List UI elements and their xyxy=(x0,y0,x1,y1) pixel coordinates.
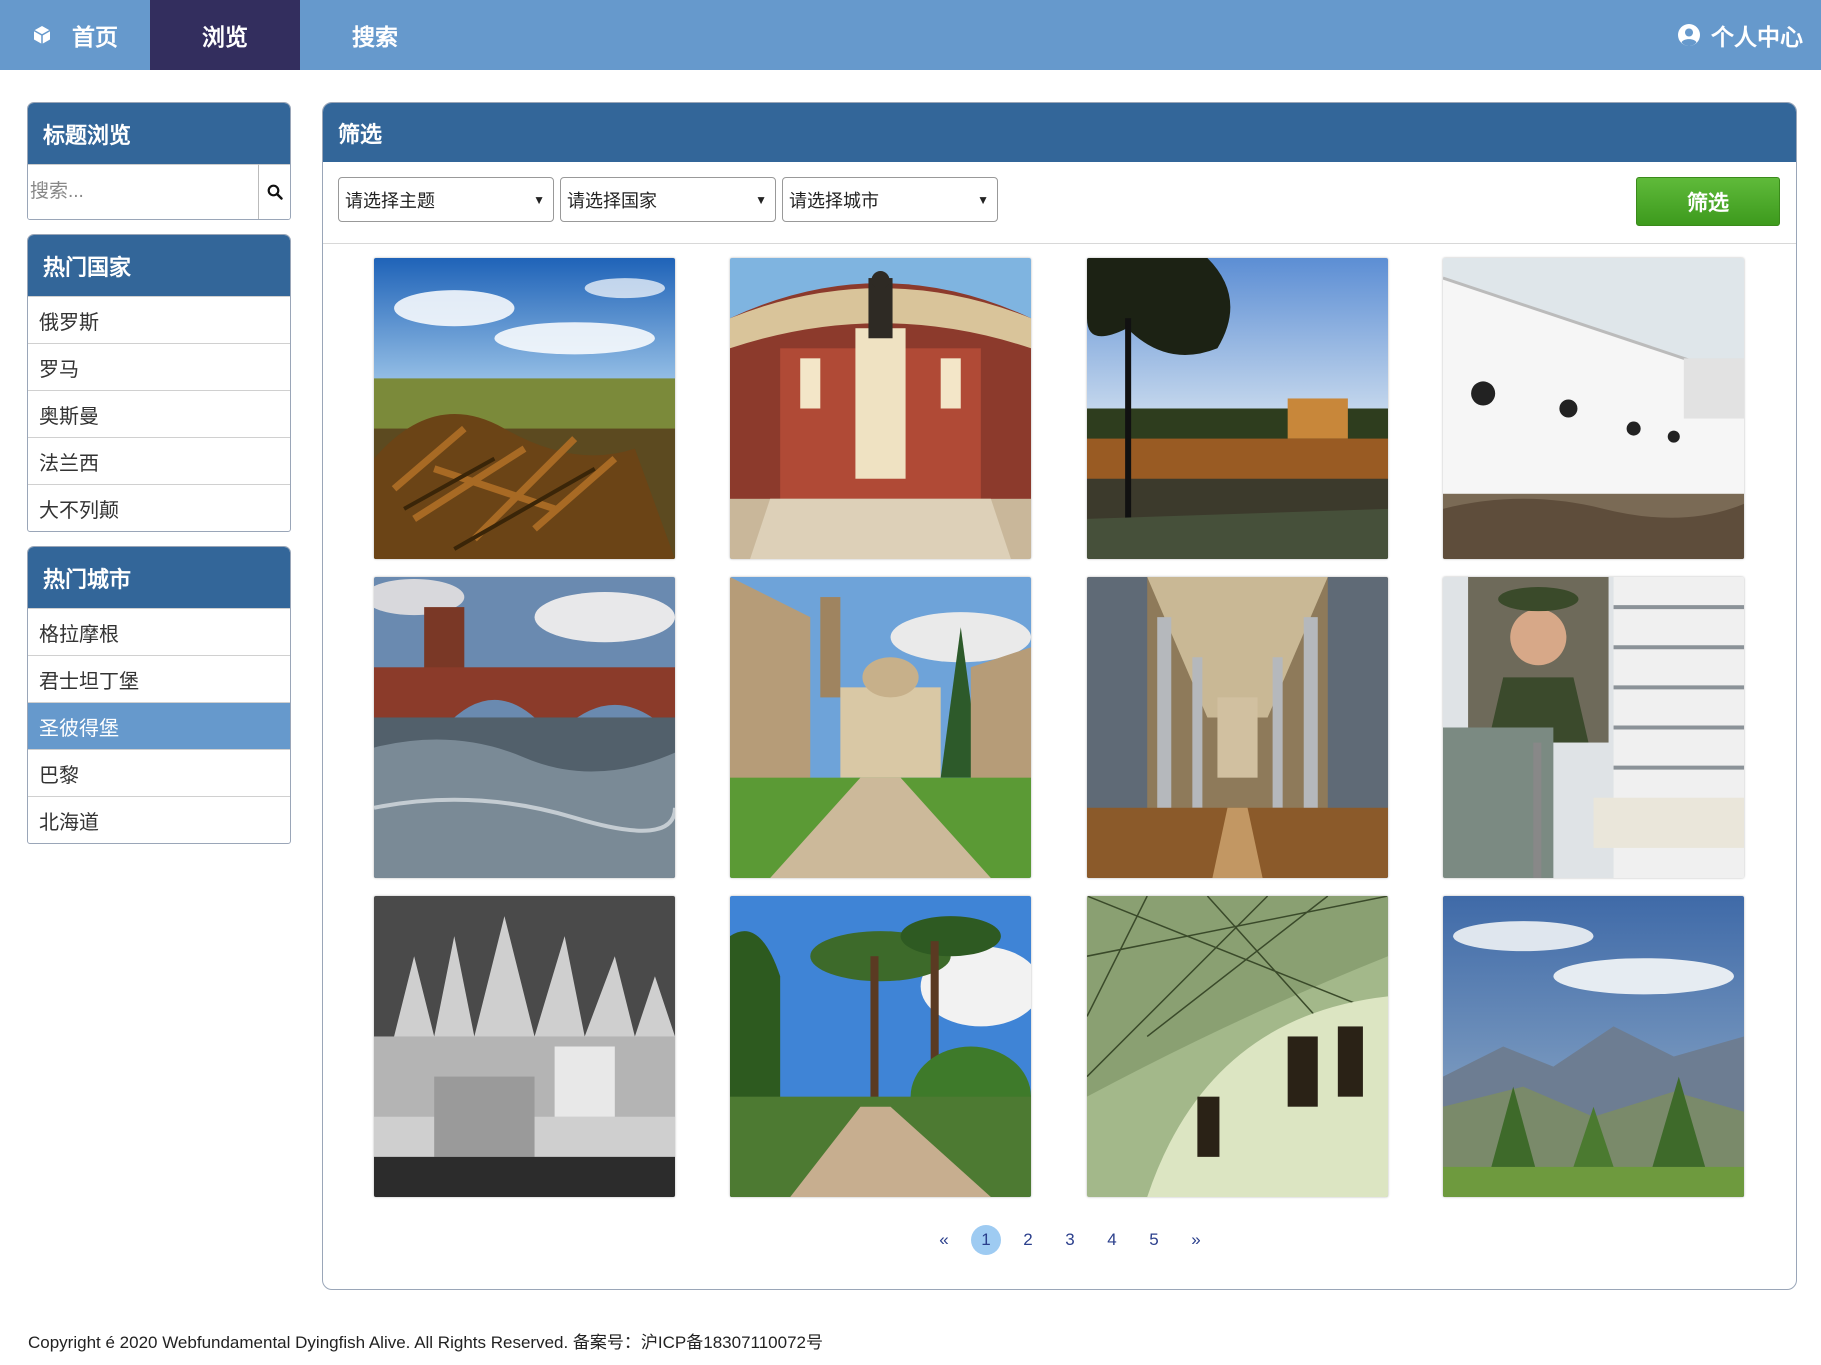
page-2[interactable]: 2 xyxy=(1013,1225,1043,1255)
search-icon xyxy=(267,184,283,200)
footer-copyright: Copyright é 2020 Webfundamental Dyingfis… xyxy=(28,1333,823,1352)
lake-reflection-photo xyxy=(1087,258,1388,559)
nav-home[interactable]: 首页 xyxy=(0,0,150,70)
photo-thumbnail[interactable] xyxy=(730,258,1031,559)
sidebar: 标题浏览 热门国家 俄罗斯 罗马 奥斯曼 法兰西 大不列颠 热门城市 格拉摩根 … xyxy=(27,102,291,858)
photo-thumbnail[interactable] xyxy=(730,577,1031,878)
top-nav: 首页 浏览 搜索 个人中心 xyxy=(0,0,1821,70)
country-select-value: 请选择国家 xyxy=(567,190,657,211)
title-search-input[interactable] xyxy=(28,164,258,219)
courtyard-chapel-photo xyxy=(730,577,1031,878)
checkpoint-soldier-photo xyxy=(1443,577,1744,878)
mountain-valley-photo xyxy=(1443,896,1744,1197)
filter-button[interactable]: 筛选 xyxy=(1636,177,1780,226)
nav-search[interactable]: 搜索 xyxy=(300,0,450,70)
page-3[interactable]: 3 xyxy=(1055,1225,1085,1255)
nav-profile-label: 个人中心 xyxy=(1711,24,1803,50)
photo-thumbnail[interactable] xyxy=(374,896,675,1197)
pine-path-photo xyxy=(730,896,1031,1197)
city-item[interactable]: 北海道 xyxy=(28,796,290,843)
user-circle-icon xyxy=(1678,24,1700,46)
country-item[interactable]: 罗马 xyxy=(28,343,290,390)
nav-browse-label: 浏览 xyxy=(202,24,248,50)
city-item[interactable]: 巴黎 xyxy=(28,749,290,796)
british-museum-dome-photo xyxy=(1087,896,1388,1197)
pagination-next[interactable]: » xyxy=(1181,1225,1211,1255)
pagination-prev[interactable]: « xyxy=(929,1225,959,1255)
photo-thumbnail[interactable] xyxy=(1443,896,1744,1197)
hot-cities-panel: 热门城市 格拉摩根 君士坦丁堡 圣彼得堡 巴黎 北海道 xyxy=(27,546,291,844)
nav-profile[interactable]: 个人中心 xyxy=(1677,0,1821,70)
country-item[interactable]: 法兰西 xyxy=(28,437,290,484)
filter-heading: 筛选 xyxy=(323,103,1796,162)
city-item-selected[interactable]: 圣彼得堡 xyxy=(28,702,290,749)
nav-browse[interactable]: 浏览 xyxy=(150,0,300,70)
photo-thumbnail[interactable] xyxy=(1087,577,1388,878)
page-1[interactable]: 1 xyxy=(971,1225,1001,1255)
city-select[interactable]: 请选择城市 ▼ xyxy=(782,177,998,222)
photo-thumbnail[interactable] xyxy=(1087,258,1388,559)
filter-bar: 请选择主题 ▼ 请选择国家 ▼ 请选择城市 ▼ 筛选 xyxy=(323,162,1796,244)
photo-thumbnail[interactable] xyxy=(730,896,1031,1197)
nav-search-label: 搜索 xyxy=(352,24,398,50)
photo-thumbnail[interactable] xyxy=(374,258,675,559)
city-select-value: 请选择城市 xyxy=(789,190,879,211)
photo-thumbnail[interactable] xyxy=(1087,896,1388,1197)
hot-cities-heading: 热门城市 xyxy=(28,547,290,608)
photo-thumbnail[interactable] xyxy=(1443,258,1744,559)
hot-countries-panel: 热门国家 俄罗斯 罗马 奥斯曼 法兰西 大不列颠 xyxy=(27,234,291,532)
filter-panel: 筛选 请选择主题 ▼ 请选择国家 ▼ 请选择城市 ▼ 筛选 « 1 2 3 4 … xyxy=(322,102,1797,1290)
country-item[interactable]: 俄罗斯 xyxy=(28,296,290,343)
caret-down-icon: ▼ xyxy=(533,193,545,207)
nav-home-label: 首页 xyxy=(72,24,118,50)
page-4[interactable]: 4 xyxy=(1097,1225,1127,1255)
title-search xyxy=(28,164,290,219)
title-browse-panel: 标题浏览 xyxy=(27,102,291,220)
country-item[interactable]: 大不列颠 xyxy=(28,484,290,531)
theme-select[interactable]: 请选择主题 ▼ xyxy=(338,177,554,222)
cathedral-interior-photo xyxy=(1087,577,1388,878)
country-select[interactable]: 请选择国家 ▼ xyxy=(560,177,776,222)
royal-albert-hall-photo xyxy=(730,258,1031,559)
title-browse-heading: 标题浏览 xyxy=(28,103,290,164)
city-item[interactable]: 格拉摩根 xyxy=(28,608,290,655)
title-search-button[interactable] xyxy=(258,164,290,219)
caret-down-icon: ▼ xyxy=(977,193,989,207)
castle-bridge-photo xyxy=(374,577,675,878)
city-item[interactable]: 君士坦丁堡 xyxy=(28,655,290,702)
rusty-metal-photo xyxy=(374,258,675,559)
cube-icon xyxy=(33,26,51,44)
caret-down-icon: ▼ xyxy=(755,193,767,207)
milan-cathedral-photo xyxy=(374,896,675,1197)
pagination: « 1 2 3 4 5 » xyxy=(923,1225,1217,1255)
page-5[interactable]: 5 xyxy=(1139,1225,1169,1255)
theme-select-value: 请选择主题 xyxy=(345,190,435,211)
photo-thumbnail[interactable] xyxy=(1443,577,1744,878)
country-item[interactable]: 奥斯曼 xyxy=(28,390,290,437)
ship-hull-photo xyxy=(1443,258,1744,559)
photo-thumbnail[interactable] xyxy=(374,577,675,878)
hot-countries-heading: 热门国家 xyxy=(28,235,290,296)
